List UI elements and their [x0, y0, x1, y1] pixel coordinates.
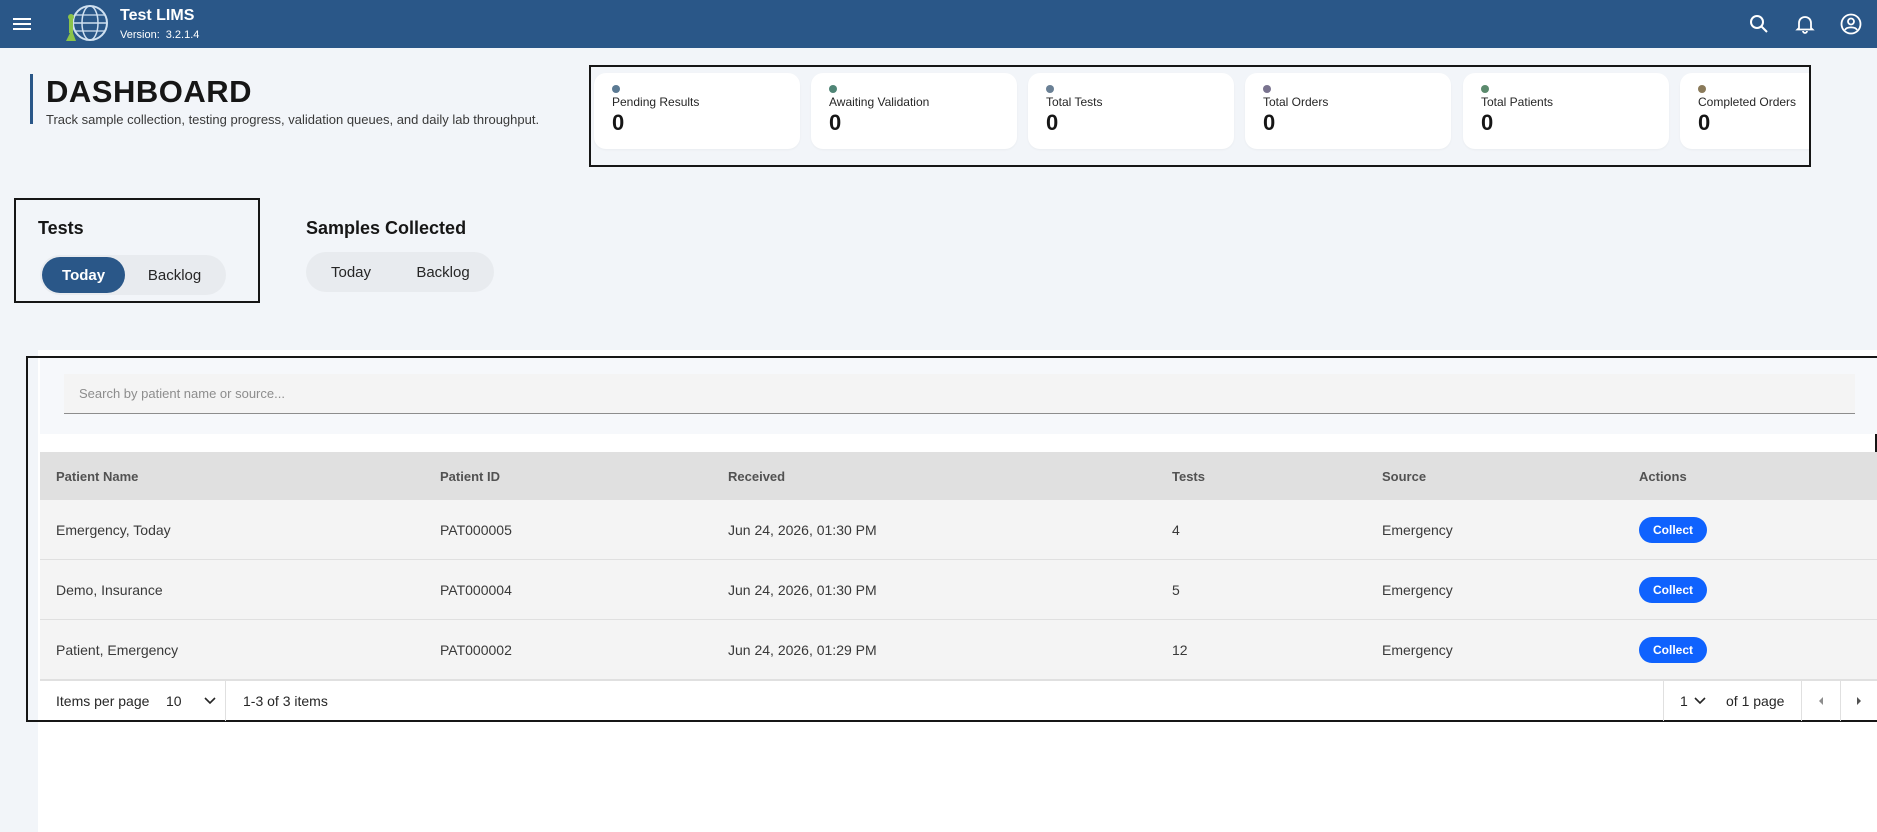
app-title: Test LIMS — [120, 6, 195, 24]
stat-value: 0 — [1698, 110, 1711, 135]
samples-table-container: Patient Name Patient ID Received Tests S… — [26, 356, 1877, 722]
items-per-page-value: 10 — [166, 693, 182, 709]
received-cell: Jun 24, 2026, 01:29 PM — [728, 641, 877, 658]
stat-card-total-patients: Total Patients 0 — [1463, 73, 1669, 149]
search-input[interactable] — [64, 374, 1855, 414]
samples-title: Samples Collected — [306, 218, 467, 238]
pagination-bar: Items per page 10 1-3 of 3 items 1 of 1 … — [40, 680, 1877, 721]
page-subtitle: Track sample collection, testing progres… — [46, 112, 540, 127]
chevron-down-icon — [204, 697, 216, 705]
column-header-source[interactable]: Source — [1382, 452, 1426, 500]
items-per-page-select[interactable]: 10 — [166, 681, 216, 721]
page-title: DASHBOARD — [46, 74, 252, 109]
status-dot — [1046, 85, 1054, 93]
caret-left-icon — [1819, 697, 1823, 705]
collect-button[interactable]: Collect — [1639, 636, 1708, 663]
tests-count-cell: 5 — [1172, 581, 1180, 598]
stat-card-pending-results: Pending Results 0 — [594, 73, 800, 149]
collect-button[interactable]: Collect — [1639, 516, 1708, 543]
tests-count-cell: 12 — [1172, 641, 1188, 658]
app-version: Version: 3.2.1.4 — [120, 29, 200, 41]
samples-backlog-tab[interactable]: Backlog — [394, 254, 492, 290]
search-icon[interactable] — [1747, 12, 1771, 36]
column-header-actions: Actions — [1639, 468, 1687, 484]
patient-name-cell: Patient, Emergency — [56, 641, 179, 658]
source-cell: Emergency — [1382, 521, 1453, 538]
patient-name-cell: Demo, Insurance — [56, 581, 163, 598]
tests-count-cell: 4 — [1172, 521, 1180, 538]
stat-card-total-orders: Total Orders 0 — [1245, 73, 1451, 149]
stat-label: Completed Orders — [1698, 95, 1797, 109]
received-cell: Jun 24, 2026, 01:30 PM — [728, 521, 877, 538]
patient-id-cell: PAT000004 — [440, 581, 512, 598]
status-dot — [1698, 85, 1706, 93]
page-value: 1 — [1680, 693, 1688, 709]
stat-card-total-tests: Total Tests 0 — [1028, 73, 1234, 149]
status-dot — [612, 85, 620, 93]
samples-today-tab[interactable]: Today — [308, 254, 394, 290]
stats-cards: Pending Results 0 Awaiting Validation 0 … — [589, 65, 1811, 167]
search-bar — [40, 358, 1877, 434]
page-select[interactable]: 1 — [1680, 681, 1706, 721]
stat-label: Awaiting Validation — [829, 95, 930, 109]
notification-bell-icon[interactable] — [1793, 12, 1817, 36]
source-cell: Emergency — [1382, 641, 1453, 658]
stat-label: Total Tests — [1046, 95, 1103, 109]
next-page-button[interactable] — [1841, 681, 1877, 721]
tests-today-tab[interactable]: Today — [42, 257, 126, 293]
status-dot — [1481, 85, 1489, 93]
chevron-down-icon — [1694, 697, 1706, 705]
stat-label: Total Orders — [1263, 95, 1329, 109]
stat-value: 0 — [1481, 110, 1494, 135]
actions-cell: Collect — [1639, 560, 1708, 619]
lims-logo — [60, 3, 110, 45]
page-heading: DASHBOARD Track sample collection, testi… — [30, 74, 540, 127]
table-row: Emergency, Today PAT000005 Jun 24, 2026,… — [40, 500, 1877, 560]
collect-button[interactable]: Collect — [1639, 576, 1708, 603]
stat-value: 0 — [1046, 110, 1059, 135]
hamburger-menu-button[interactable] — [0, 0, 44, 48]
items-per-page-label: Items per page — [56, 693, 150, 709]
actions-cell: Collect — [1639, 500, 1708, 559]
item-range-text: 1-3 of 3 items — [243, 693, 328, 709]
table-row: Patient, Emergency PAT000002 Jun 24, 202… — [40, 620, 1877, 680]
tests-section: Tests Today Backlog — [14, 198, 260, 303]
page-count-text: of 1 page — [1726, 693, 1785, 709]
stat-label: Pending Results — [612, 95, 700, 109]
column-header-tests[interactable]: Tests — [1172, 452, 1205, 500]
status-dot — [829, 85, 837, 93]
source-cell: Emergency — [1382, 581, 1453, 598]
samples-toggle: Today Backlog — [306, 252, 494, 292]
patient-id-cell: PAT000002 — [440, 641, 512, 658]
stat-card-awaiting-validation: Awaiting Validation 0 — [811, 73, 1017, 149]
column-header-patient-name[interactable]: Patient Name — [56, 452, 138, 500]
tests-toggle: Today Backlog — [40, 255, 226, 295]
stat-label: Total Patients — [1481, 95, 1554, 109]
caret-right-icon — [1857, 697, 1861, 705]
column-header-patient-id[interactable]: Patient ID — [440, 452, 500, 500]
stat-value: 0 — [1263, 110, 1276, 135]
patient-name-cell: Emergency, Today — [56, 521, 171, 538]
stat-value: 0 — [612, 110, 625, 135]
tests-backlog-tab[interactable]: Backlog — [125, 257, 224, 293]
actions-cell: Collect — [1639, 620, 1708, 679]
patient-id-cell: PAT000005 — [440, 521, 512, 538]
hamburger-icon — [13, 23, 31, 25]
top-header: Test LIMS Version: 3.2.1.4 — [0, 0, 1877, 48]
table-header: Patient Name Patient ID Received Tests S… — [40, 452, 1877, 500]
status-dot — [1263, 85, 1271, 93]
user-avatar-icon[interactable] — [1839, 12, 1863, 36]
previous-page-button[interactable] — [1802, 681, 1840, 721]
received-cell: Jun 24, 2026, 01:30 PM — [728, 581, 877, 598]
stat-value: 0 — [829, 110, 842, 135]
stat-card-completed-orders: Completed Orders 0 — [1680, 73, 1809, 149]
table-row: Demo, Insurance PAT000004 Jun 24, 2026, … — [40, 560, 1877, 620]
column-header-received[interactable]: Received — [728, 452, 785, 500]
tests-title: Tests — [38, 218, 84, 238]
